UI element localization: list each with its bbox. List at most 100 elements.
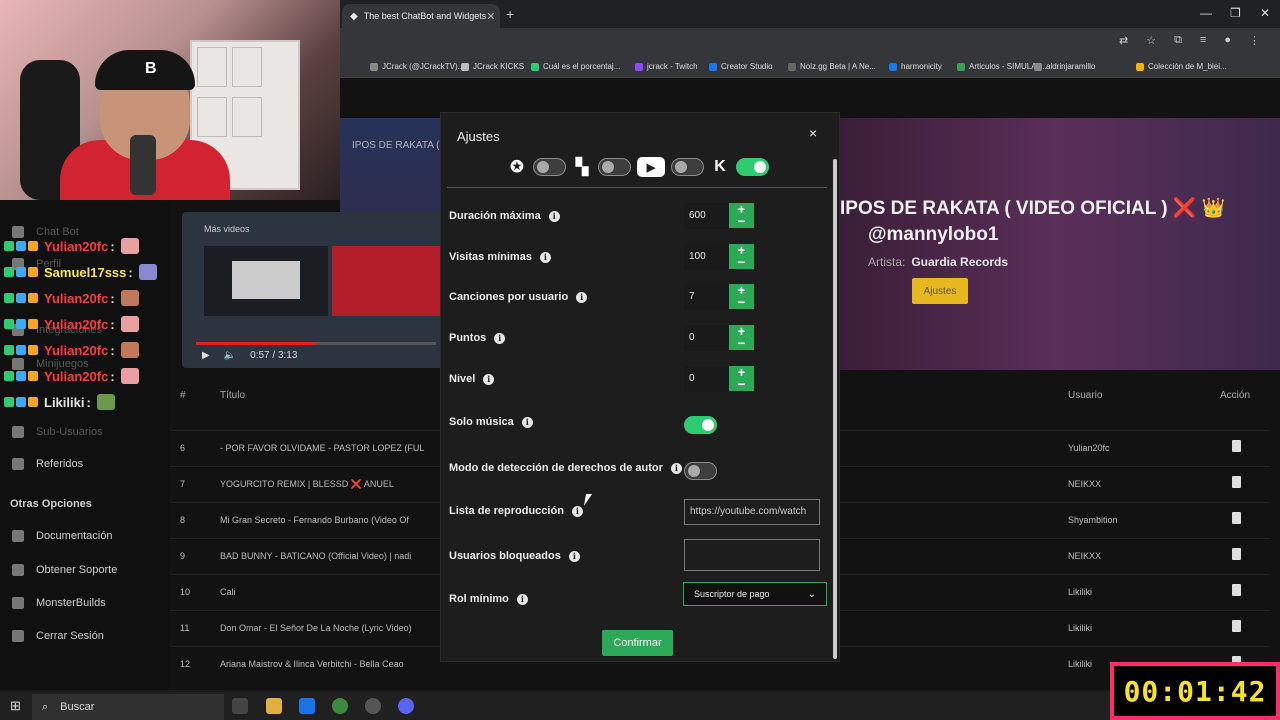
bookmark-item[interactable]: jcrack - Twitch <box>635 62 698 71</box>
chat-username[interactable]: Yulian20fc <box>44 317 108 332</box>
sidebar-item-sub-usuarios[interactable]: Sub-Usuarios <box>12 426 103 438</box>
bookmark-favicon-icon <box>635 62 643 71</box>
chat-username[interactable]: Samuel17sss <box>44 265 126 280</box>
other-options-heading: Otras Opciones <box>10 498 92 510</box>
trash-icon[interactable] <box>1232 584 1241 596</box>
trash-icon[interactable] <box>1232 440 1241 452</box>
windows-start-icon[interactable]: ⊞ <box>10 698 21 714</box>
trash-icon[interactable] <box>1232 512 1241 524</box>
min-role-select[interactable]: Suscriptor de pago ⌄ <box>683 582 827 606</box>
platform-toggle-kick-alt[interactable] <box>533 158 566 176</box>
bookmark-item[interactable]: aldrinjaramillo <box>1034 62 1095 71</box>
browser-tab[interactable]: ◆ The best ChatBot and Widgets ✕ <box>342 4 500 28</box>
play-icon[interactable]: ▶ <box>202 350 210 361</box>
min-views-label: Visitas mínimas i <box>449 251 551 263</box>
tab-favicon-icon: ◆ <box>350 11 358 22</box>
bookmark-item[interactable]: harmonicity <box>889 62 942 71</box>
platform-toggle-kick[interactable] <box>736 158 769 176</box>
outlook-icon[interactable] <box>299 698 315 714</box>
suggested-video-thumb[interactable] <box>332 246 440 316</box>
chat-badge-icon <box>4 397 14 407</box>
bookmark-item[interactable]: JCrack (@JCrackTV)... <box>370 62 464 71</box>
youtube-icon: ▶ <box>637 157 665 177</box>
bookmark-label: Noiz.gg Beta | A Ne... <box>800 62 876 71</box>
sidebar-item-documentacion[interactable]: Documentación <box>12 530 112 542</box>
bookmark-item[interactable]: Noiz.gg Beta | A Ne... <box>788 62 876 71</box>
suggested-video-thumb[interactable] <box>204 246 328 316</box>
points-stepper[interactable]: + − <box>729 324 754 350</box>
sidebar-item-cerrar-sesion[interactable]: Cerrar Sesión <box>12 630 104 642</box>
row-title: Ariana Maistrov & Ilinca Verbitchi - Bel… <box>220 659 404 669</box>
file-explorer-icon[interactable] <box>266 698 282 714</box>
window-close-icon[interactable]: ✕ <box>1260 6 1270 20</box>
bookmark-label: Creator Studio <box>721 62 773 71</box>
new-tab-icon[interactable]: + <box>506 6 514 22</box>
songs-per-user-stepper[interactable]: + − <box>729 283 754 309</box>
sidebar-item-soporte[interactable]: Obtener Soporte <box>12 564 117 576</box>
min-role-label: Rol mínimo i <box>449 593 528 605</box>
min-views-stepper[interactable]: + − <box>729 243 754 269</box>
trash-icon[interactable] <box>1232 620 1241 632</box>
platform-toggle-youtube[interactable] <box>671 158 704 176</box>
minimize-icon[interactable]: — <box>1200 6 1212 20</box>
level-stepper[interactable]: + − <box>729 365 754 391</box>
playlist-input[interactable]: https://youtube.com/watch <box>684 499 820 525</box>
max-duration-label: Duración máxima i <box>449 210 560 222</box>
discord-icon[interactable] <box>398 698 414 714</box>
chat-username[interactable]: Yulian20fc <box>44 239 108 254</box>
copyright-mode-toggle[interactable] <box>684 462 717 480</box>
chat-username[interactable]: Yulian20fc <box>44 369 108 384</box>
chat-message: Yulian20fc : <box>4 238 139 254</box>
chat-badge-icon <box>4 241 14 251</box>
video-player[interactable]: Más videos ▶ 🔈 0:57 / 3:13 <box>182 212 440 368</box>
chat-badge-icon <box>16 241 26 251</box>
video-progress-bar[interactable] <box>196 342 436 345</box>
modal-scrollbar[interactable] <box>833 159 837 659</box>
blocked-users-input[interactable] <box>684 539 820 571</box>
settings-modal: Ajustes × ✪ ▚ ▶ K Duración máxima i 600 +… <box>440 112 840 662</box>
bookmark-item[interactable]: Colección de M_blei... <box>1136 62 1227 71</box>
taskbar-search[interactable]: ⌕ Buscar <box>32 694 224 720</box>
extensions-icon[interactable]: ⧉ <box>1174 34 1182 47</box>
obs-icon[interactable] <box>365 698 381 714</box>
bookmark-item[interactable]: Cuál es el porcentaj... <box>531 62 620 71</box>
chat-emote-icon <box>120 368 139 384</box>
divider <box>447 187 827 188</box>
trash-icon[interactable] <box>1232 476 1241 488</box>
trash-icon[interactable] <box>1232 548 1241 560</box>
confirm-button[interactable]: Confirmar <box>602 630 673 656</box>
row-user: Likiliki <box>1068 659 1093 669</box>
row-number: 8 <box>180 515 186 525</box>
task-view-icon[interactable] <box>232 698 248 714</box>
bookmark-label: aldrinjaramillo <box>1046 62 1096 71</box>
modal-close-icon[interactable]: × <box>809 125 817 141</box>
info-icon: i <box>539 251 551 263</box>
volume-icon[interactable]: 🔈 <box>224 350 236 361</box>
copyright-mode-label: Modo de detección de derechos de autor i <box>449 462 682 474</box>
more-videos-label: Más videos <box>204 224 250 234</box>
tab-close-icon[interactable]: ✕ <box>486 10 495 23</box>
max-duration-stepper[interactable]: + − <box>729 202 754 228</box>
sidebar-item-monsterbuilds[interactable]: MonsterBuilds <box>12 597 106 609</box>
settings-button[interactable]: Ajustes <box>912 278 968 304</box>
bookmark-item[interactable]: Creator Studio <box>709 62 773 71</box>
platform-toggle-twitch[interactable] <box>598 158 631 176</box>
chat-username[interactable]: Yulian20fc <box>44 291 108 306</box>
bookmark-favicon-icon <box>709 62 717 71</box>
restore-icon[interactable]: ❐ <box>1230 6 1241 20</box>
sidebar-item-chatbot[interactable]: Chat Bot <box>12 226 79 238</box>
logout-icon <box>12 630 24 642</box>
media-icon[interactable]: ≡ <box>1200 34 1206 47</box>
chrome-icon[interactable] <box>332 698 348 714</box>
music-only-toggle[interactable] <box>684 416 717 434</box>
bookmark-item[interactable]: JCrack KICKS <box>461 62 524 71</box>
menu-icon[interactable]: ⋮ <box>1249 34 1260 47</box>
profile-icon[interactable]: ● <box>1224 34 1231 47</box>
translate-icon[interactable]: ⇄ <box>1119 34 1128 47</box>
chat-badge-icon <box>4 267 14 277</box>
sidebar-item-referidos[interactable]: Referidos <box>12 458 83 470</box>
bookmark-star-icon[interactable]: ☆ <box>1146 34 1156 47</box>
chat-username[interactable]: Yulian20fc <box>44 343 108 358</box>
bookmark-favicon-icon <box>1034 62 1042 71</box>
chat-username[interactable]: Likiliki <box>44 395 84 410</box>
